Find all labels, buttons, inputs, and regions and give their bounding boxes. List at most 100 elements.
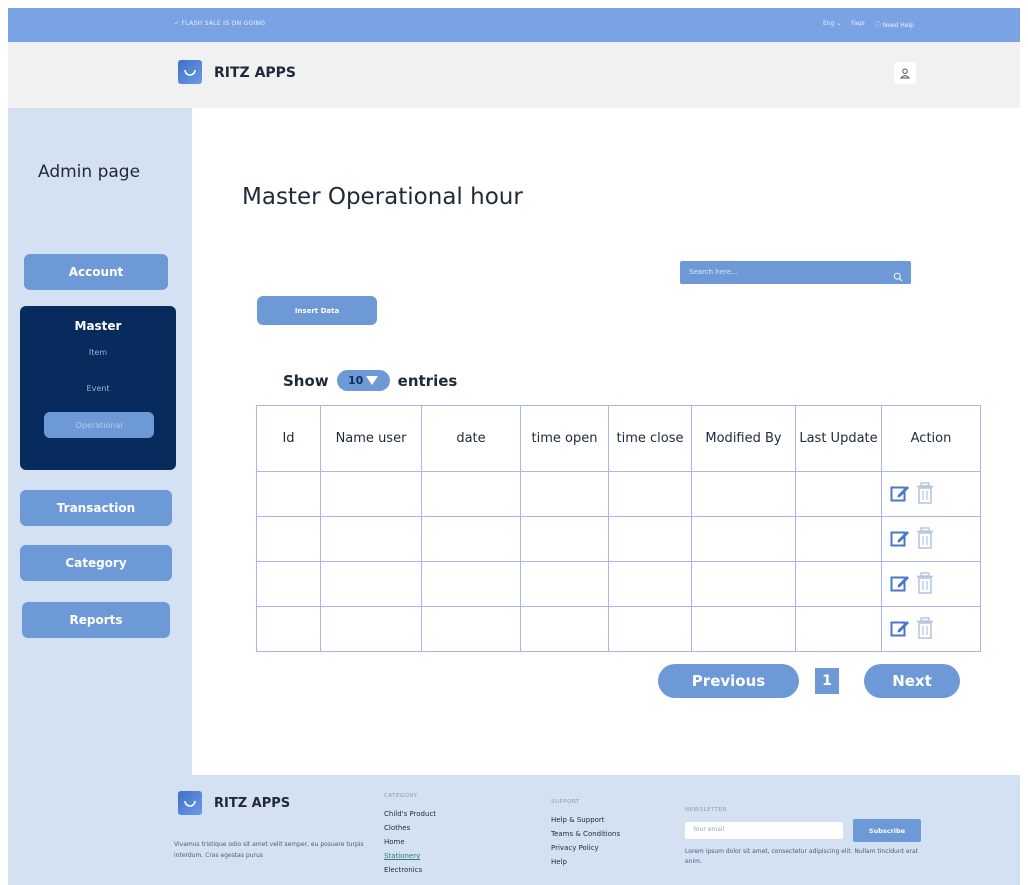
newsletter-email-input[interactable]: Your email <box>685 822 843 839</box>
table-cell <box>421 561 521 607</box>
table-cell <box>320 516 422 562</box>
top-announcement-bar: ✓ FLASH SALE IS ON GOING Eng ⌄ Faqs ⓘ Ne… <box>8 8 1020 42</box>
entries-select[interactable]: 10 <box>336 370 390 391</box>
previous-button[interactable]: Previous <box>658 664 799 698</box>
entries-label: entries <box>397 371 458 390</box>
footer-link-home[interactable]: Home <box>384 835 436 849</box>
footer-link-privacy[interactable]: Privacy Policy <box>551 841 620 855</box>
sidebar-item-category[interactable]: Category <box>20 545 172 581</box>
column-header-modified-by[interactable]: Modified By <box>691 405 796 472</box>
column-header-action: Action <box>881 405 981 472</box>
footer-newsletter-header: NEWSLETTER <box>685 807 727 813</box>
search-input[interactable]: Search here... <box>689 268 738 276</box>
table-cell <box>320 471 422 517</box>
insert-data-button[interactable]: Insert Data <box>257 296 377 325</box>
subscribe-button[interactable]: Subscribe <box>853 819 921 842</box>
sidebar-subitem-event[interactable]: Event <box>20 384 176 393</box>
column-header-last-update[interactable]: Last Update <box>795 405 882 472</box>
table-cell <box>795 606 882 652</box>
footer-about-text: Vivamus tristique odio sit amet velit se… <box>174 841 364 859</box>
table-cell <box>421 471 521 517</box>
table-cell <box>256 561 321 607</box>
trash-icon[interactable] <box>916 616 934 639</box>
table-cell <box>795 471 882 517</box>
table-row <box>256 471 981 517</box>
page: ✓ FLASH SALE IS ON GOING Eng ⌄ Faqs ⓘ Ne… <box>0 0 1028 885</box>
show-entries: Show 10 entries <box>283 370 457 391</box>
table-cell <box>320 606 422 652</box>
edit-icon[interactable] <box>890 483 910 503</box>
sidebar-item-transaction[interactable]: Transaction <box>20 490 172 526</box>
table-cell <box>320 561 422 607</box>
edit-icon[interactable] <box>890 618 910 638</box>
edit-icon[interactable] <box>890 573 910 593</box>
language-selector[interactable]: Eng ⌄ <box>823 20 841 29</box>
footer-support-header: SUPPORT <box>551 799 580 805</box>
table-cell <box>421 516 521 562</box>
need-help-link[interactable]: ⓘ Need Help <box>875 20 914 29</box>
sidebar-title: Admin page <box>38 162 141 182</box>
topbar-links: Eng ⌄ Faqs ⓘ Need Help <box>823 20 914 29</box>
column-header-time-close[interactable]: time close <box>608 405 692 472</box>
footer-link-electronics[interactable]: Electronics <box>384 863 436 877</box>
footer-support-column: SUPPORT Help & Support Teams & Condition… <box>551 795 620 869</box>
footer-category-column: CATEGORY Child's Product Clothes Home St… <box>384 789 436 877</box>
table-cell <box>608 471 692 517</box>
table-row <box>256 561 981 607</box>
table-cell <box>795 516 882 562</box>
trash-icon[interactable] <box>916 481 934 504</box>
footer-category-header: CATEGORY <box>384 793 418 799</box>
edit-icon[interactable] <box>890 528 910 548</box>
footer-link-help-support[interactable]: Help & Support <box>551 813 620 827</box>
ritz-logo-icon[interactable] <box>178 60 202 84</box>
dropdown-arrow-icon <box>366 376 379 385</box>
table-row <box>256 606 981 652</box>
page-title: Master Operational hour <box>242 184 523 210</box>
row-actions <box>881 516 981 562</box>
footer-brand-name: RITZ APPS <box>214 796 291 811</box>
search-bar[interactable]: Search here... <box>680 261 911 284</box>
footer-link-childs-product[interactable]: Child's Product <box>384 807 436 821</box>
table-cell <box>608 606 692 652</box>
table-cell <box>608 561 692 607</box>
table-cell <box>691 471 796 517</box>
table-header-row: Id Name user date time open time close M… <box>256 405 981 472</box>
brand-name[interactable]: RITZ APPS <box>214 65 296 81</box>
trash-icon[interactable] <box>916 571 934 594</box>
sidebar: Admin page Account Master Item Event Ope… <box>8 108 192 775</box>
sidebar-item-master[interactable]: Master <box>20 319 176 333</box>
user-icon[interactable] <box>894 62 916 84</box>
trash-icon[interactable] <box>916 526 934 549</box>
table-cell <box>795 561 882 607</box>
sidebar-master-group: Master Item Event Operational <box>20 306 176 470</box>
column-header-time-open[interactable]: time open <box>520 405 609 472</box>
row-actions <box>881 606 981 652</box>
footer: RITZ APPS Vivamus tristique odio sit ame… <box>8 775 1020 885</box>
footer-link-clothes[interactable]: Clothes <box>384 821 436 835</box>
footer-logo-icon[interactable] <box>178 791 202 815</box>
table-cell <box>520 471 609 517</box>
faqs-link[interactable]: Faqs <box>851 20 865 29</box>
column-header-name-user[interactable]: Name user <box>320 405 422 472</box>
table-cell <box>256 606 321 652</box>
search-icon[interactable] <box>893 267 903 286</box>
table-cell <box>691 516 796 562</box>
row-actions <box>881 471 981 517</box>
footer-link-terms[interactable]: Teams & Conditions <box>551 827 620 841</box>
sidebar-subitem-item[interactable]: Item <box>20 348 176 357</box>
column-header-date[interactable]: date <box>421 405 521 472</box>
table-cell <box>691 561 796 607</box>
column-header-id[interactable]: Id <box>256 405 321 472</box>
page-number-button[interactable]: 1 <box>815 668 839 694</box>
sidebar-subitem-operational[interactable]: Operational <box>44 412 154 438</box>
show-label: Show <box>283 371 329 390</box>
footer-link-stationery[interactable]: Stationery <box>384 849 436 863</box>
next-button[interactable]: Next <box>864 664 960 698</box>
sidebar-item-account[interactable]: Account <box>24 254 168 290</box>
flash-sale-text: ✓ FLASH SALE IS ON GOING <box>174 20 266 27</box>
footer-link-help[interactable]: Help <box>551 855 620 869</box>
operational-hour-table: Id Name user date time open time close M… <box>256 405 981 652</box>
table-cell <box>608 516 692 562</box>
table-cell <box>256 516 321 562</box>
sidebar-item-reports[interactable]: Reports <box>22 602 170 638</box>
